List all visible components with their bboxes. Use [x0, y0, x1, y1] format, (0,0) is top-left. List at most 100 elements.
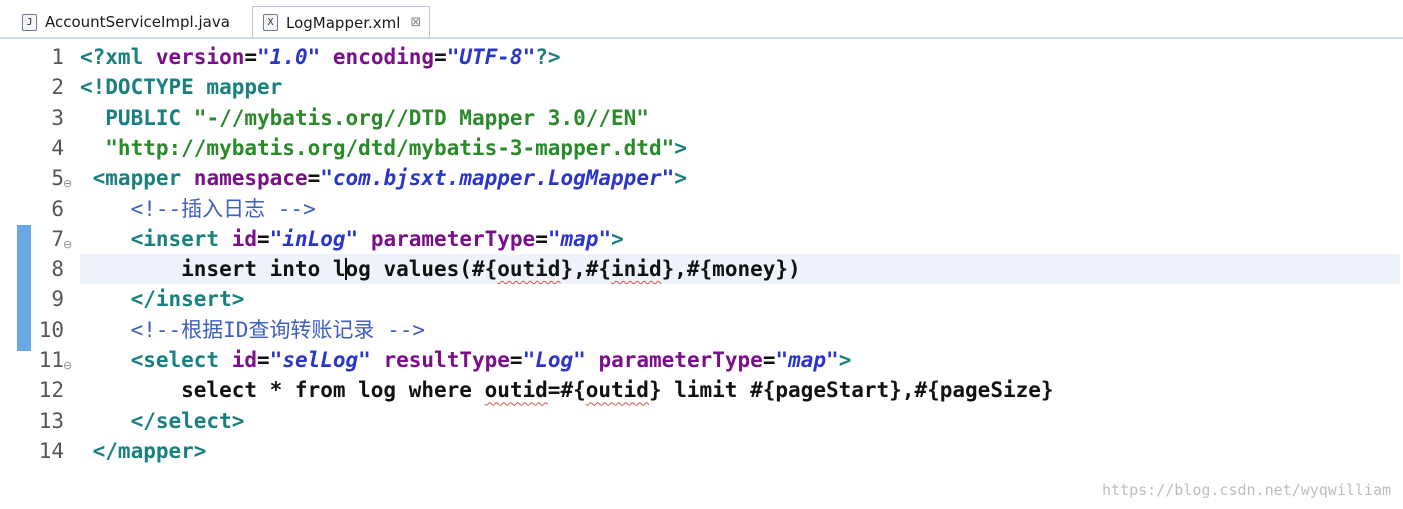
code-token-dstr: "http://mybatis.org/dtd/mybatis-3-mapper… [80, 135, 675, 160]
line-number: 6 [51, 196, 64, 221]
code-line[interactable]: 2 <!DOCTYPE mapper [0, 72, 1403, 102]
code-token-str: "com.bjsxt.mapper.LogMapper" [320, 166, 675, 191]
code-token-txt: = [244, 45, 258, 69]
code-token-attr: namespace [193, 166, 308, 191]
code-token-txt: },#{money}) [661, 257, 801, 282]
code-token-txt: =#{ [547, 378, 586, 403]
line-number: 11 [38, 348, 64, 372]
code-token-sq: outid [484, 378, 548, 403]
line-number: 3 [51, 105, 64, 130]
tab-account-service-impl[interactable]: J AccountServiceImpl.java [14, 8, 250, 36]
code-text: <select id="selLog" resultType="Log" par… [80, 345, 852, 375]
code-line[interactable]: 6 <!--插入日志 --> [0, 194, 1403, 224]
code-token-attr: id [231, 348, 258, 372]
code-text: <!--插入日志 --> [80, 194, 316, 224]
code-token-sq: outid [497, 257, 561, 282]
code-token-str: "1.0" [257, 45, 321, 69]
code-line[interactable]: 7 ⊖ <insert id="inLog" parameterType="map… [0, 224, 1403, 254]
code-line[interactable]: 3 PUBLIC "-//mybatis.org//DTD Mapper 3.0… [0, 103, 1403, 133]
code-token-tag: > [674, 135, 687, 160]
code-token-tag: </insert> [80, 287, 245, 312]
code-text: select * from log where outid=#{outid} l… [80, 375, 1054, 405]
code-line[interactable]: 4 "http://mybatis.org/dtd/mybatis-3-mapp… [0, 133, 1403, 163]
code-token-txt: og values(#{ [345, 257, 498, 282]
java-file-icon: J [22, 13, 37, 31]
code-token-attr: parameterType [370, 226, 536, 251]
code-token-str: "map" [547, 226, 612, 251]
close-tab-icon[interactable]: ⊠ [410, 15, 421, 30]
code-token-pi: ?> [535, 45, 561, 69]
code-token-txt: = [257, 226, 270, 251]
code-token-attr: version [155, 45, 245, 69]
code-token-tag: <insert [80, 226, 232, 251]
code-line[interactable]: 12 select * from log where outid=#{outid… [0, 375, 1403, 405]
line-number: 8 [51, 257, 64, 282]
code-line[interactable]: 5 ⊖ <mapper namespace="com.bjsxt.mapper.L… [0, 163, 1403, 193]
code-token-txt: insert into l [80, 257, 346, 282]
code-token-str: "selLog" [269, 348, 371, 372]
line-number: 7 [51, 226, 64, 251]
code-token-tag: <mapper [80, 166, 194, 191]
code-token-tag: > [611, 226, 624, 251]
code-text: PUBLIC "-//mybatis.org//DTD Mapper 3.0//… [80, 103, 649, 133]
code-text: <!DOCTYPE mapper [80, 72, 282, 102]
code-token-attr: id [231, 226, 258, 251]
tab-label: LogMapper.xml [286, 13, 401, 32]
code-text: <?xml version="1.0" encoding="UTF-8"?> [80, 42, 561, 72]
code-line[interactable]: 1 <?xml version="1.0" encoding="UTF-8"?> [0, 42, 1403, 72]
code-line[interactable]: 13 </select> [0, 406, 1403, 436]
code-token-str: "Log" [522, 348, 586, 372]
code-token-txt: },#{ [560, 257, 612, 282]
code-token-txt: } limit #{pageStart},#{pageSize} [648, 378, 1054, 403]
code-token-txt: = [434, 45, 447, 69]
code-token-str: "map" [775, 348, 839, 372]
code-token-txt: = [257, 348, 270, 372]
line-number: 4 [51, 135, 64, 160]
tab-label: AccountServiceImpl.java [45, 13, 230, 31]
code-token-tag: </mapper> [80, 438, 207, 463]
code-token-attr: encoding [332, 45, 435, 69]
code-text: insert into log values(#{outid},#{inid},… [80, 254, 801, 284]
code-token-com: <!--根据ID查询转账记录 --> [80, 317, 426, 342]
code-token-dstr: "-//mybatis.org//DTD Mapper 3.0//EN" [193, 105, 649, 130]
code-text: </select> [80, 406, 245, 436]
code-text: </mapper> [80, 436, 207, 466]
line-number: 10 [38, 317, 64, 342]
code-token-str: "UTF-8" [446, 45, 536, 69]
code-token-tag: > [674, 166, 687, 191]
code-token-txt: = [535, 226, 548, 251]
line-number: 14 [38, 438, 64, 463]
code-text: "http://mybatis.org/dtd/mybatis-3-mapper… [80, 133, 687, 163]
code-line[interactable]: 11 ⊖ <select id="selLog" resultType="Log"… [0, 345, 1403, 375]
code-text: <insert id="inLog" parameterType="map"> [80, 224, 624, 254]
code-token-sq: outid [585, 378, 649, 403]
code-token-tag: <select [80, 348, 232, 372]
code-token-sq: inid [611, 257, 662, 282]
code-token-tag: </select> [80, 408, 245, 433]
code-line[interactable]: 14 </mapper> [0, 436, 1403, 466]
code-token-txt: select * from log where [80, 378, 485, 403]
code-text: </insert> [80, 284, 245, 314]
code-token-com: <!--插入日志 --> [80, 196, 316, 221]
code-token-str: "inLog" [269, 226, 359, 251]
code-line[interactable]: 10 <!--根据ID查询转账记录 --> [0, 315, 1403, 345]
code-token-txt: = [307, 166, 321, 191]
code-line[interactable]: 9 </insert> [0, 284, 1403, 314]
code-token-tag: <!DOCTYPE mapper [80, 75, 283, 100]
code-token-txt: = [762, 348, 776, 372]
line-number: 5 [51, 166, 64, 191]
code-editor[interactable]: 1 <?xml version="1.0" encoding="UTF-8"?> 2… [0, 39, 1403, 509]
editor-tab-bar: J AccountServiceImpl.java X LogMapper.xm… [0, 0, 1403, 39]
code-text: <!--根据ID查询转账记录 --> [80, 315, 425, 345]
code-token-tag: > [838, 348, 852, 372]
code-token-attr: parameterType [598, 348, 763, 372]
code-line[interactable]: 8 insert into log values(#{outid},#{inid… [0, 254, 1403, 284]
line-number: 13 [38, 408, 64, 433]
line-number: 12 [38, 378, 64, 403]
tab-log-mapper[interactable]: X LogMapper.xml ⊠ [252, 6, 430, 38]
line-number: 1 [51, 45, 64, 69]
code-token-txt: = [509, 348, 523, 372]
